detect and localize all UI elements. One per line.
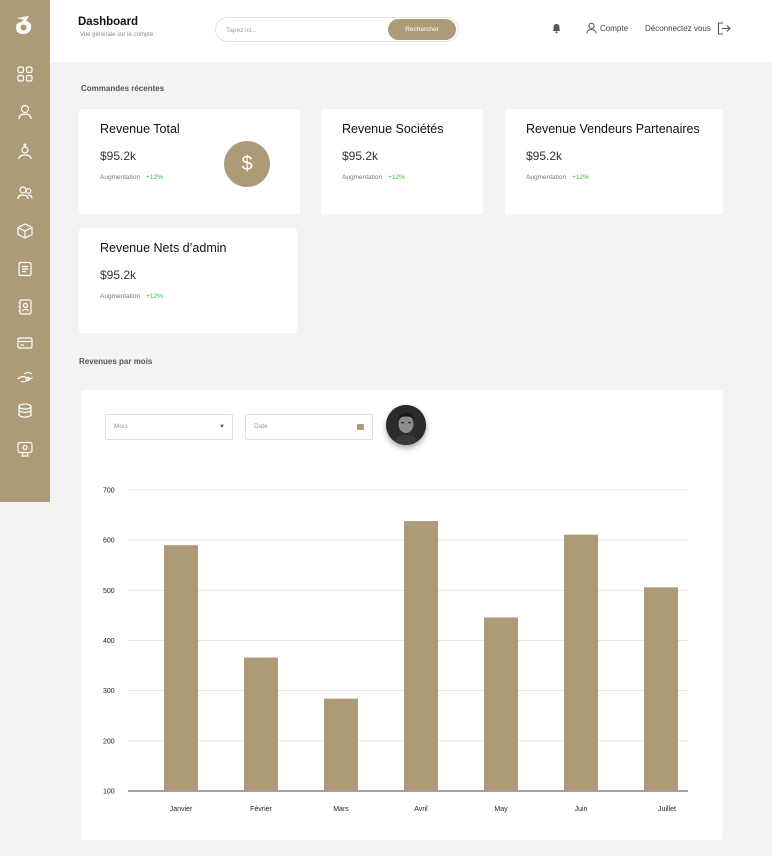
- logo-icon[interactable]: [13, 14, 35, 36]
- card-label: Augmentation +12%: [100, 174, 163, 181]
- users-icon: [17, 186, 33, 200]
- card-revenue-admin: Revenue Nets d’admin $95.2k Augmentation…: [79, 228, 297, 333]
- y-tick-label: 500: [103, 588, 115, 595]
- card-change: +12%: [146, 293, 163, 300]
- user-icon: [18, 104, 32, 120]
- y-tick-label: 200: [103, 738, 115, 745]
- card-title: Revenue Vendeurs Partenaires: [526, 122, 700, 136]
- card-label-text: Augmentation: [100, 293, 141, 300]
- x-tick-label: Mars: [333, 806, 349, 813]
- x-tick-label: May: [494, 806, 508, 813]
- x-tick-label: Janvier: [170, 806, 193, 813]
- card-revenue-total: Revenue Total $95.2k Augmentation +12% $: [79, 109, 300, 214]
- card-label: Augmentation +12%: [526, 174, 589, 181]
- card-change: +12%: [572, 174, 589, 181]
- card-title: Revenue Sociétés: [342, 122, 444, 136]
- sidebar-item-database[interactable]: [16, 402, 34, 420]
- hand-icon: [17, 371, 33, 383]
- search-bar: Rechercher: [215, 17, 459, 42]
- x-tick-label: Février: [250, 806, 272, 813]
- sidebar-item-offers[interactable]: [16, 368, 34, 386]
- user-upload-icon: [18, 143, 32, 160]
- chart-panel: Mois ▼ Date 100 200 300 400 500 600 700 Janvier…: [81, 390, 723, 840]
- database-icon: [18, 403, 32, 418]
- page-title: Dashboard: [78, 16, 139, 28]
- sidebar: [0, 0, 50, 502]
- sidebar-item-documents[interactable]: [16, 260, 34, 278]
- x-tick-label: Juin: [575, 806, 588, 813]
- card-label-text: Augmentation: [342, 174, 383, 181]
- card-revenue-companies: Revenue Sociétés $95.2k Augmentation +12%: [321, 109, 483, 214]
- account-link[interactable]: Compte: [586, 21, 628, 35]
- search-button[interactable]: Rechercher: [388, 19, 456, 40]
- bell-icon[interactable]: [551, 23, 562, 34]
- y-tick-label: 700: [103, 488, 115, 495]
- card-value: $95.2k: [526, 149, 563, 163]
- y-tick-label: 600: [103, 538, 115, 545]
- sidebar-item-user[interactable]: [16, 103, 34, 121]
- sidebar-item-products[interactable]: [16, 222, 34, 240]
- card-icon: [17, 337, 33, 349]
- sidebar-item-users[interactable]: [16, 184, 34, 202]
- x-tick-label: Avril: [414, 806, 428, 813]
- sidebar-item-user-upload[interactable]: [16, 143, 34, 161]
- bar-mars: [324, 698, 358, 791]
- bar-juillet: [644, 587, 678, 791]
- section-title-recent-orders: Commandes récentes: [81, 84, 165, 93]
- bar-chart: 100 200 300 400 500 600 700 Janvier Février Mars A…: [103, 488, 688, 813]
- card-label: Augmentation +12%: [342, 174, 405, 181]
- user-icon: [586, 22, 597, 34]
- logout-link[interactable]: Déconnectez vous: [645, 21, 731, 35]
- bar-may: [484, 617, 518, 791]
- card-change: +12%: [146, 174, 163, 181]
- card-revenue-partners: Revenue Vendeurs Partenaires $95.2k Augm…: [505, 109, 723, 214]
- sidebar-item-contacts[interactable]: [16, 298, 34, 316]
- bar-avril: [404, 521, 438, 791]
- bar-février: [244, 657, 278, 791]
- section-title-monthly-revenue: Revenues par mois: [79, 357, 153, 366]
- y-tick-label: 100: [103, 789, 115, 796]
- card-value: $95.2k: [342, 149, 379, 163]
- card-label-text: Augmentation: [526, 174, 567, 181]
- top-header: Dashboard Vue générale sur le compte Rec…: [50, 0, 772, 62]
- card-value: $95.2k: [100, 149, 137, 163]
- contact-book-icon: [18, 299, 32, 315]
- sidebar-item-dashboard[interactable]: [16, 65, 34, 83]
- logout-icon: [717, 21, 731, 35]
- account-label: Compte: [600, 23, 629, 33]
- x-tick-label: Juillet: [658, 806, 676, 813]
- dollar-icon: $: [224, 141, 270, 187]
- card-title: Revenue Nets d’admin: [100, 241, 227, 255]
- bar-juin: [564, 534, 598, 791]
- card-label: Augmentation +12%: [100, 293, 163, 300]
- page-subtitle: Vue générale sur le compte: [80, 32, 154, 38]
- card-change: +12%: [388, 174, 405, 181]
- search-input[interactable]: [226, 23, 376, 37]
- document-icon: [18, 261, 32, 277]
- sidebar-item-payments[interactable]: [16, 334, 34, 352]
- y-tick-label: 400: [103, 638, 115, 645]
- grid-icon: [17, 66, 33, 82]
- bar-janvier: [164, 545, 198, 791]
- card-label-text: Augmentation: [100, 174, 141, 181]
- logout-label: Déconnectez vous: [645, 23, 711, 33]
- sidebar-item-monitor[interactable]: [16, 440, 34, 458]
- y-tick-label: 300: [103, 688, 115, 695]
- monitor-icon: [17, 441, 33, 457]
- box-icon: [17, 223, 33, 239]
- card-title: Revenue Total: [100, 122, 180, 136]
- card-value: $95.2k: [100, 268, 137, 282]
